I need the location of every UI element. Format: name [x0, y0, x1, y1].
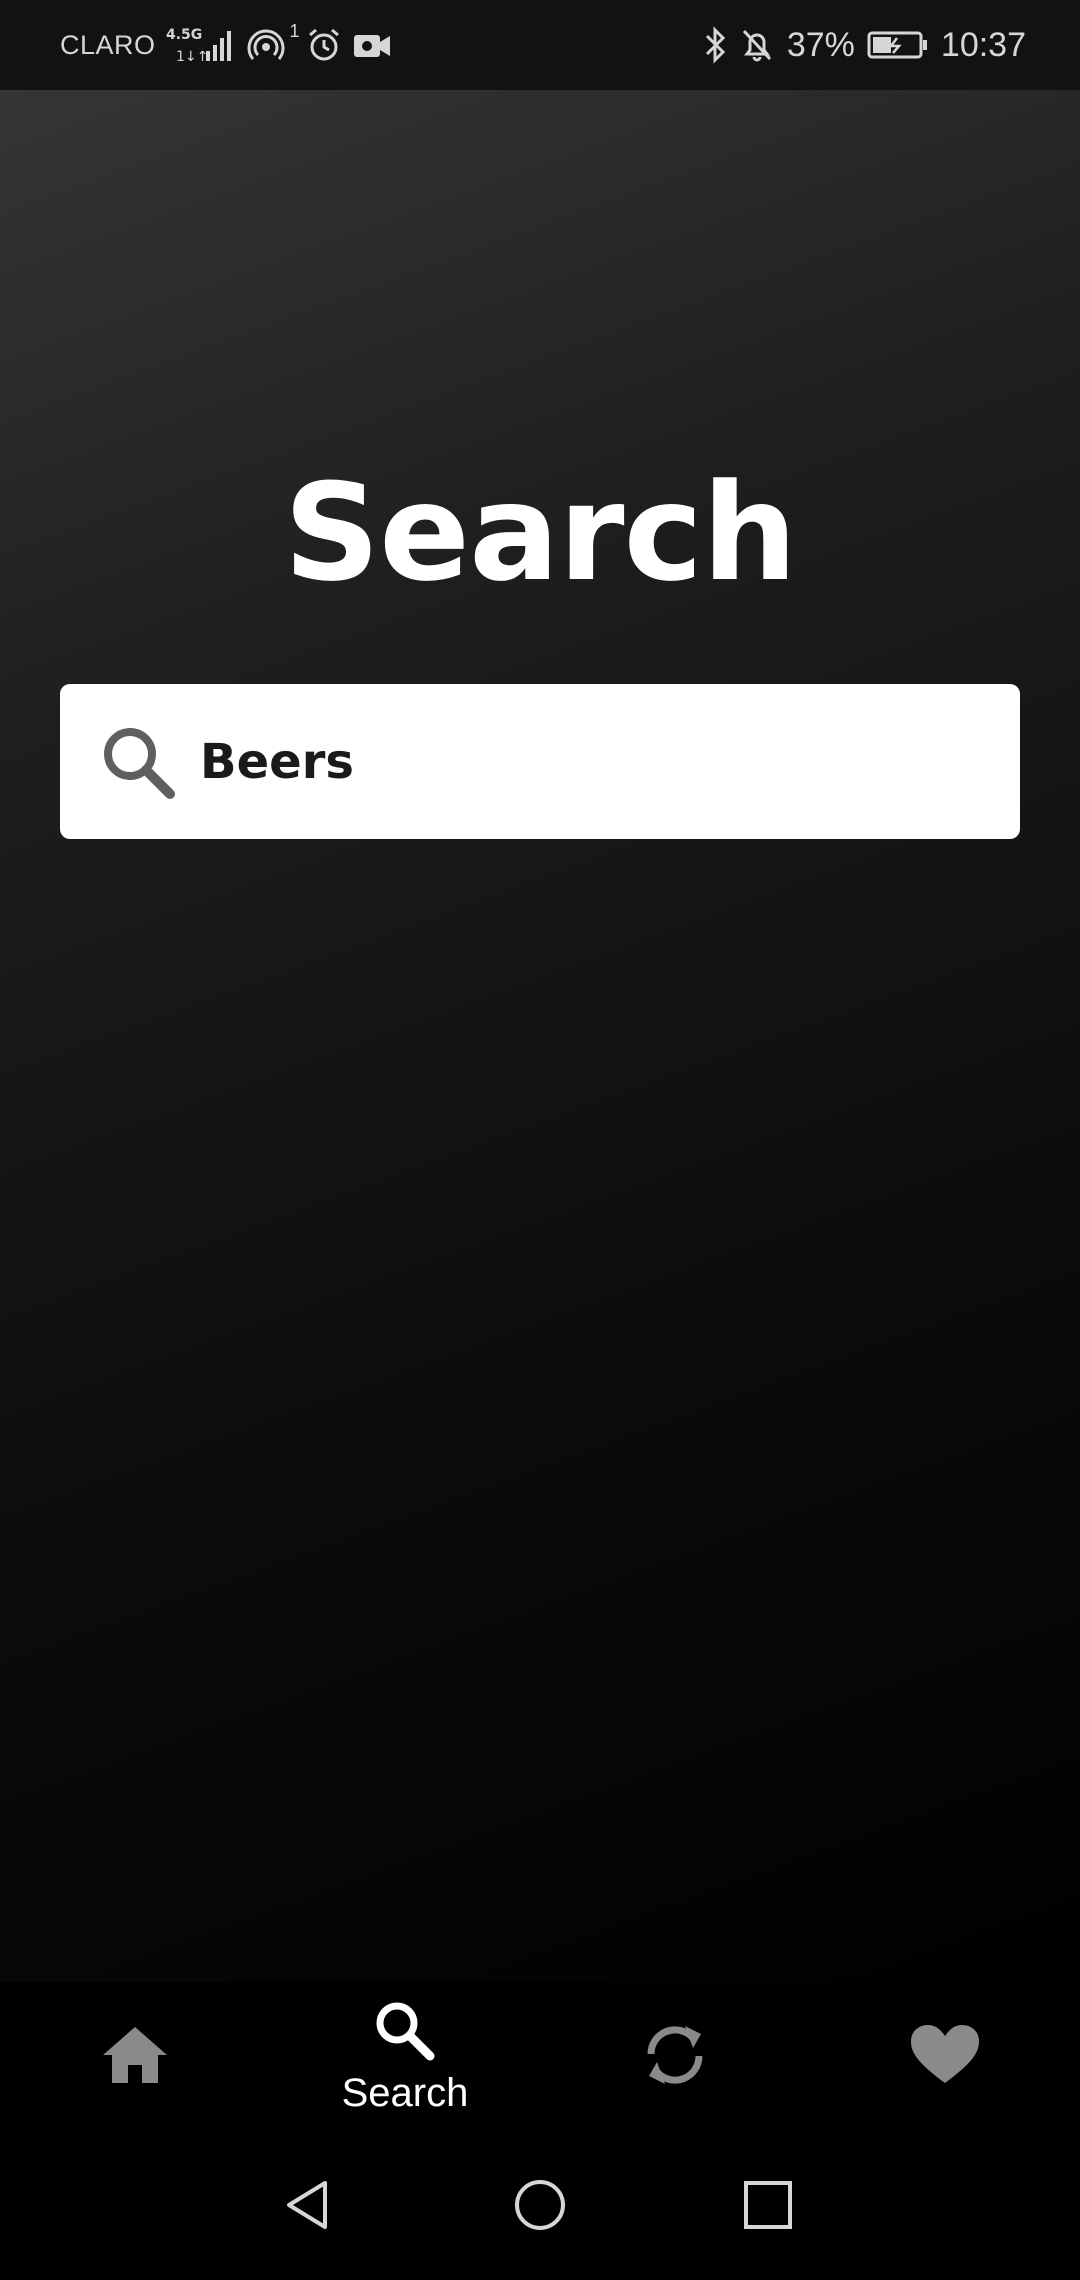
recents-icon — [740, 2177, 796, 2238]
nav-search-label: Search — [341, 2071, 469, 2115]
nav-home[interactable] — [0, 1982, 270, 2132]
nav-favorites[interactable] — [810, 1982, 1080, 2132]
search-icon — [372, 1998, 438, 2069]
status-left: CLARO 4.5G 1↓↑ 1 — [60, 0, 392, 90]
signal-icon: 4.5G 1↓↑ — [166, 25, 236, 65]
bottom-nav: Search — [0, 1982, 1080, 2132]
clock: 10:37 — [940, 25, 1026, 64]
battery-charging-icon — [867, 30, 929, 60]
system-nav-bar — [0, 2132, 1080, 2280]
bluetooth-icon — [703, 26, 727, 64]
carrier-name: CLARO — [60, 29, 156, 60]
hotspot-icon: 1 — [246, 21, 300, 65]
main-content: Search — [0, 90, 1080, 1982]
nav-refresh[interactable] — [540, 1982, 810, 2132]
svg-text:4.5G: 4.5G — [166, 27, 202, 43]
system-home-button[interactable] — [505, 2172, 575, 2242]
nav-search[interactable]: Search — [270, 1982, 540, 2132]
sim-badge: 1 — [289, 21, 300, 41]
search-input[interactable] — [200, 684, 1000, 839]
status-right: 37% 10:37 — [703, 0, 1026, 90]
video-icon — [352, 29, 392, 61]
home-circle-icon — [512, 2177, 568, 2238]
battery-percent: 37% — [786, 25, 855, 64]
system-back-button[interactable] — [272, 2172, 342, 2242]
system-recents-button[interactable] — [733, 2172, 803, 2242]
app-screen: CLARO 4.5G 1↓↑ 1 37% 10:37 Search Beers … — [0, 0, 1080, 2280]
search-box[interactable] — [60, 684, 1020, 839]
alarm-icon — [306, 27, 342, 63]
page-title: Search — [283, 455, 798, 611]
notifications-off-icon — [739, 26, 775, 64]
svg-text:1↓↑: 1↓↑ — [176, 49, 208, 65]
home-icon — [99, 2023, 171, 2092]
refresh-icon — [637, 2020, 713, 2095]
status-bar: CLARO 4.5G 1↓↑ 1 37% 10:37 — [0, 0, 1080, 90]
heart-icon — [909, 2023, 981, 2092]
back-icon — [279, 2177, 335, 2238]
search-icon — [96, 720, 182, 806]
